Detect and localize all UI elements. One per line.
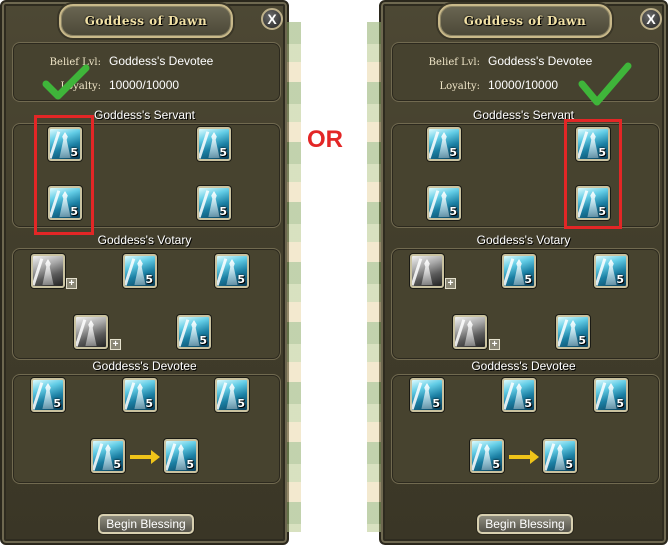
loyalty-value: 10000/10000 [109,78,180,92]
devotee-skill-icon[interactable]: 5 [502,378,536,412]
devotee-skill-icon[interactable]: 5 [594,378,628,412]
servant-skill-icon[interactable]: 5 [427,186,461,220]
devotee-skill-icon[interactable]: 5 [215,378,249,412]
plus-icon[interactable]: + [110,339,121,350]
close-button[interactable]: X [261,8,283,30]
goddess-window-right: Goddess of Dawn X Belief Lvl: Goddess's D… [367,0,668,545]
title-plate: Goddess of Dawn [438,4,612,38]
votary-section-title: Goddess's Votary [97,233,192,247]
loyalty-label: Loyalty: [439,81,480,92]
votary-skill-icon[interactable]: 5 [502,254,536,288]
belief-value: Goddess's Devotee [109,54,214,68]
plus-icon[interactable]: + [445,278,456,289]
votary-skill-icon[interactable]: 5 [177,315,211,349]
belief-row: Belief Lvl: Goddess's Devotee [406,54,593,68]
window-title: Goddess of Dawn [84,14,208,28]
devotee-skill-icon[interactable]: 5 [31,378,65,412]
devotee-section-title: Goddess's Devotee [92,359,197,373]
plus-icon[interactable]: + [489,339,500,350]
goddess-window-left: Goddess of Dawn X Belief Lvl: Goddess's D… [0,0,301,545]
begin-blessing-button[interactable]: Begin Blessing [477,514,573,534]
devotee-skill-icon[interactable]: 5 [543,439,577,473]
loyalty-row: Loyalty: 10000/10000 [406,78,558,92]
background-art [287,22,301,532]
check-mark-icon [578,62,632,106]
servant-skill-icon[interactable]: 5 [427,127,461,161]
title-plate: Goddess of Dawn [59,4,233,38]
arrow-right-icon [509,450,539,464]
devotee-skill-icon[interactable]: 5 [410,378,444,412]
devotee-skill-icon[interactable]: 5 [164,439,198,473]
loyalty-value: 10000/10000 [488,78,559,92]
devotee-skill-icon[interactable]: 5 [123,378,157,412]
votary-skill-icon-locked[interactable] [410,254,444,288]
begin-blessing-button[interactable]: Begin Blessing [98,514,194,534]
check-mark-icon [42,64,90,100]
window-title: Goddess of Dawn [463,14,587,28]
votary-skill-icon[interactable]: 5 [215,254,249,288]
votary-skill-icon-locked[interactable] [74,315,108,349]
votary-skill-icon[interactable]: 5 [123,254,157,288]
or-separator: OR [307,126,343,153]
servant-section-title: Goddess's Servant [472,108,574,122]
devotee-section-title: Goddess's Devotee [471,359,576,373]
belief-label: Belief Lvl: [428,57,480,68]
highlight-box-left [34,115,94,235]
close-button[interactable]: X [640,8,662,30]
votary-skill-icon[interactable]: 5 [556,315,590,349]
arrow-right-icon [130,450,160,464]
servant-skill-icon[interactable]: 5 [197,127,231,161]
devotee-skill-icon[interactable]: 5 [470,439,504,473]
votary-skill-icon[interactable]: 5 [594,254,628,288]
highlight-box-right [564,119,622,229]
votary-skill-icon-locked[interactable] [453,315,487,349]
devotee-skill-icon[interactable]: 5 [91,439,125,473]
votary-section-title: Goddess's Votary [476,233,571,247]
votary-skill-icon-locked[interactable] [31,254,65,288]
plus-icon[interactable]: + [66,278,77,289]
servant-skill-icon[interactable]: 5 [197,186,231,220]
background-art [367,22,381,532]
